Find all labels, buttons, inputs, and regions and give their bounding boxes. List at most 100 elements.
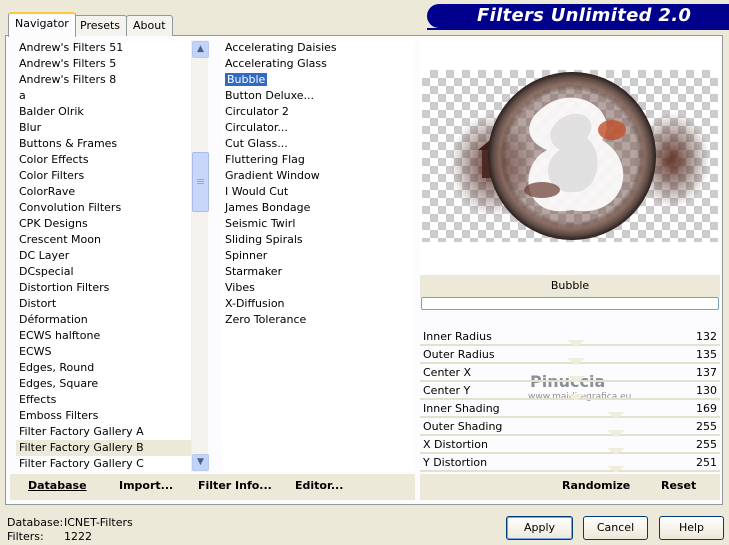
- filter-item[interactable]: I Would Cut: [222, 184, 414, 200]
- category-item[interactable]: Edges, Square: [16, 376, 191, 392]
- randomize-button[interactable]: Randomize: [562, 479, 630, 492]
- category-item[interactable]: Andrew's Filters 5: [16, 56, 191, 72]
- editor-button[interactable]: Editor...: [295, 479, 343, 492]
- category-item[interactable]: Andrew's Filters 8: [16, 72, 191, 88]
- parameter-value: 137: [696, 366, 717, 379]
- category-item[interactable]: a: [16, 88, 191, 104]
- filter-item-label: Circulator 2: [225, 105, 289, 118]
- category-item[interactable]: DCspecial: [16, 264, 191, 280]
- filter-info-button[interactable]: Filter Info...: [198, 479, 272, 492]
- filter-item[interactable]: X-Diffusion: [222, 296, 414, 312]
- scroll-thumb[interactable]: ≡: [192, 152, 209, 212]
- parameter-slider[interactable]: Outer Radius 135: [420, 346, 720, 365]
- filter-item-label: Cut Glass...: [225, 137, 288, 150]
- filter-item-label: Seismic Twirl: [225, 217, 296, 230]
- filter-item[interactable]: Bubble: [222, 72, 414, 88]
- category-item[interactable]: Blur: [16, 120, 191, 136]
- category-item[interactable]: ColorRave: [16, 184, 191, 200]
- parameter-name: Y Distortion: [423, 456, 488, 469]
- app-title-banner: Filters Unlimited 2.0: [427, 4, 729, 28]
- parameter-slider[interactable]: Center Y 130: [420, 382, 720, 401]
- slider-knob[interactable]: [607, 466, 625, 473]
- category-item[interactable]: Filter Factory Gallery C: [16, 456, 191, 472]
- parameter-name: Outer Shading: [423, 420, 503, 433]
- category-item[interactable]: CPK Designs: [16, 216, 191, 232]
- cancel-button[interactable]: Cancel: [583, 516, 648, 540]
- filter-item-label: X-Diffusion: [225, 297, 285, 310]
- filters-count-label: Filters:: [7, 530, 44, 543]
- category-scrollbar[interactable]: ▲ ≡ ▼: [191, 40, 209, 472]
- parameter-slider[interactable]: Center X 137: [420, 364, 720, 383]
- category-item[interactable]: Andrew's Filters 51: [16, 40, 191, 56]
- category-item[interactable]: Effects: [16, 392, 191, 408]
- filter-item[interactable]: Accelerating Daisies: [222, 40, 414, 56]
- reset-button[interactable]: Reset: [661, 479, 696, 492]
- category-item[interactable]: Balder Olrik: [16, 104, 191, 120]
- category-item[interactable]: ECWS halftone: [16, 328, 191, 344]
- parameter-name: Center Y: [423, 384, 471, 397]
- parameter-slider[interactable]: Inner Shading 169: [420, 400, 720, 419]
- category-item[interactable]: Distort: [16, 296, 191, 312]
- category-item[interactable]: Distortion Filters: [16, 280, 191, 296]
- filter-item[interactable]: Starmaker: [222, 264, 414, 280]
- filter-item[interactable]: Spinner: [222, 248, 414, 264]
- category-item[interactable]: Color Filters: [16, 168, 191, 184]
- parameter-name: Outer Radius: [423, 348, 495, 361]
- filter-item[interactable]: Accelerating Glass: [222, 56, 414, 72]
- filter-item-label: I Would Cut: [225, 185, 289, 198]
- filters-count-value: 1222: [64, 530, 92, 543]
- filter-item[interactable]: Seismic Twirl: [222, 216, 414, 232]
- parameter-value: 169: [696, 402, 717, 415]
- filter-item[interactable]: Button Deluxe...: [222, 88, 414, 104]
- filter-item[interactable]: Circulator...: [222, 120, 414, 136]
- scroll-up-arrow-icon[interactable]: ▲: [192, 41, 209, 58]
- category-item[interactable]: Déformation: [16, 312, 191, 328]
- category-item[interactable]: Emboss Filters: [16, 408, 191, 424]
- category-item[interactable]: Edges, Round: [16, 360, 191, 376]
- category-item[interactable]: Crescent Moon: [16, 232, 191, 248]
- parameter-value: 255: [696, 420, 717, 433]
- category-item[interactable]: Filter Factory Gallery A: [16, 424, 191, 440]
- filter-item-label: Fluttering Flag: [225, 153, 305, 166]
- category-item[interactable]: Buttons & Frames: [16, 136, 191, 152]
- banner-underline: [427, 28, 729, 30]
- filter-item[interactable]: Fluttering Flag: [222, 152, 414, 168]
- parameter-slider[interactable]: Inner Radius 132: [420, 328, 720, 347]
- filter-item[interactable]: James Bondage: [222, 200, 414, 216]
- filter-item-label: Spinner: [225, 249, 268, 262]
- filter-item[interactable]: Circulator 2: [222, 104, 414, 120]
- category-list[interactable]: Andrew's Filters 51 Andrew's Filters 5 And…: [16, 40, 191, 472]
- parameter-slider[interactable]: Outer Shading 255: [420, 418, 720, 437]
- category-item[interactable]: DC Layer: [16, 248, 191, 264]
- parameter-slider[interactable]: Y Distortion 251: [420, 454, 720, 473]
- parameter-value: 251: [696, 456, 717, 469]
- category-item[interactable]: Convolution Filters: [16, 200, 191, 216]
- filter-item[interactable]: Zero Tolerance: [222, 312, 414, 328]
- scroll-down-arrow-icon[interactable]: ▼: [192, 454, 209, 471]
- parameter-name: Inner Shading: [423, 402, 500, 415]
- category-item[interactable]: Filter Factory Gallery B: [16, 440, 191, 456]
- filter-item[interactable]: Gradient Window: [222, 168, 414, 184]
- filter-item[interactable]: Vibes: [222, 280, 414, 296]
- parameter-value: 132: [696, 330, 717, 343]
- help-button[interactable]: Help: [659, 516, 724, 540]
- filter-item-label: Button Deluxe...: [225, 89, 315, 102]
- database-label: Database:: [7, 516, 64, 529]
- tab-presets[interactable]: Presets: [73, 15, 128, 36]
- filter-item-label: Bubble: [225, 73, 268, 86]
- filter-item[interactable]: Cut Glass...: [222, 136, 414, 152]
- import-button[interactable]: Import...: [119, 479, 173, 492]
- category-item[interactable]: Color Effects: [16, 152, 191, 168]
- parameter-value: 135: [696, 348, 717, 361]
- tab-navigator[interactable]: Navigator: [8, 12, 76, 37]
- category-item[interactable]: ECWS: [16, 344, 191, 360]
- left-action-bar: Database Import... Filter Info... Editor…: [10, 474, 415, 500]
- apply-button[interactable]: Apply: [506, 516, 573, 540]
- filter-item[interactable]: Sliding Spirals: [222, 232, 414, 248]
- filter-list[interactable]: Accelerating Daisies Accelerating Glass Bu…: [222, 40, 414, 472]
- database-button[interactable]: Database: [28, 479, 87, 492]
- parameter-value: 130: [696, 384, 717, 397]
- parameter-slider[interactable]: X Distortion 255: [420, 436, 720, 455]
- tab-about[interactable]: About: [126, 15, 173, 36]
- filter-item-label: Gradient Window: [225, 169, 320, 182]
